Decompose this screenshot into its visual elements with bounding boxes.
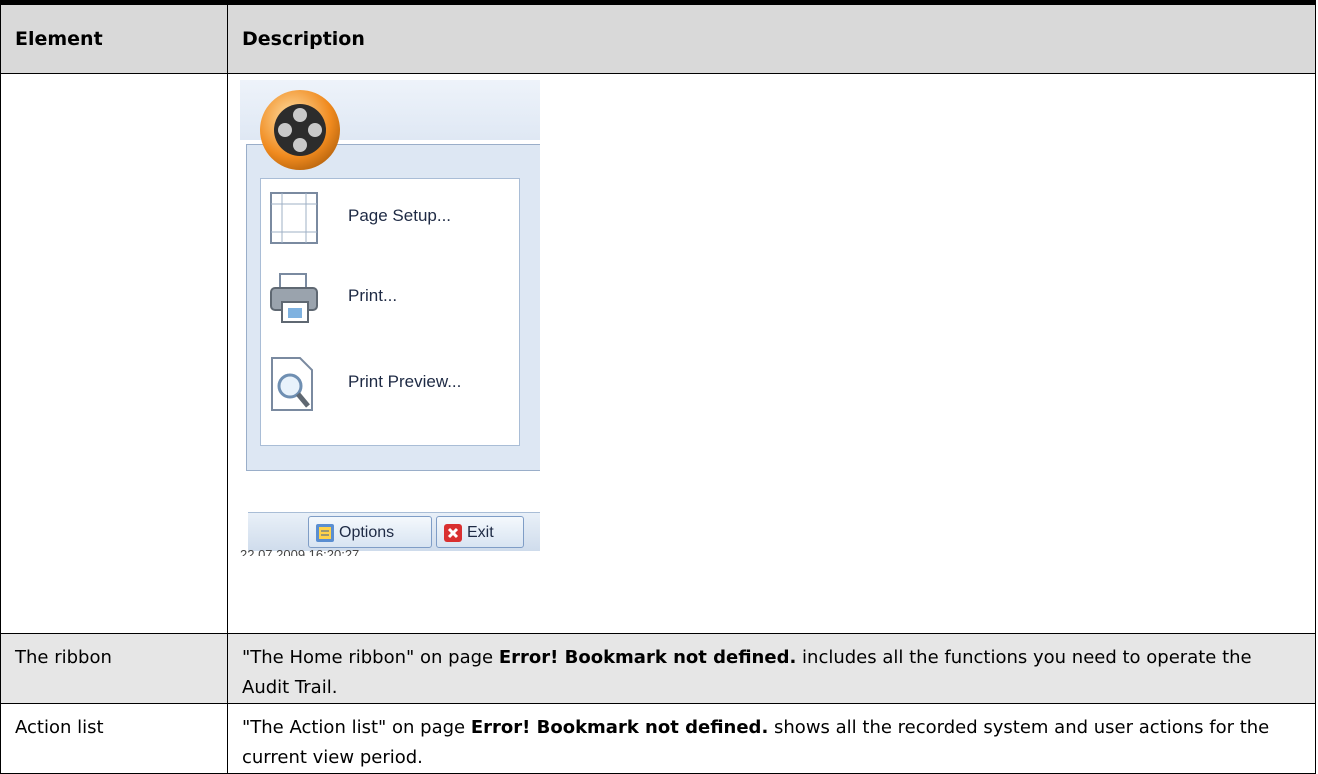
element-table: Element Description The ribbon "The Home… [0,0,1316,774]
reel-hole [293,108,307,122]
header-description: Description [227,2,1316,74]
row-element-cell [0,73,228,634]
print-preview-icon [271,357,313,411]
menu-item-label: Page Setup... [348,206,452,225]
close-icon [444,524,462,542]
row-description-cell: "The Home ribbon" on page Error! Bookmar… [227,633,1316,704]
bookmark-error: Error! Bookmark not defined. [470,717,769,738]
table-row [0,73,1316,634]
exit-button[interactable]: Exit [436,516,524,548]
description-text: "The Home ribbon" on page [242,647,499,668]
reel-hole [278,123,292,137]
row-element-cell: Action list [0,703,228,774]
film-reel-icon[interactable] [260,90,340,170]
options-icon [316,524,334,542]
table-row: Action list "The Action list" on page Er… [0,703,1316,774]
application-menu: Page Setup... Print... Print Preview... … [240,80,540,556]
options-label: Options [339,524,395,541]
status-timestamp: 22.07.2009 16:20:27 [240,550,540,556]
reel-icon [274,104,326,156]
menu-item-label: Print Preview... [348,372,462,391]
exit-label: Exit [467,524,494,541]
table-header-row: Element Description [0,2,1316,74]
menu-item-print[interactable]: Print... [268,270,518,326]
printer-icon [270,273,318,323]
reel-hole [308,123,322,137]
menu-item-page-setup[interactable]: Page Setup... [268,190,518,246]
row-element-cell: The ribbon [0,633,228,704]
menu-item-print-preview[interactable]: Print Preview... [268,356,518,412]
table-row: The ribbon "The Home ribbon" on page Err… [0,633,1316,704]
page-setup-icon [270,192,318,244]
options-button[interactable]: Options [308,516,432,548]
reel-hole [293,138,307,152]
header-element: Element [0,2,228,74]
description-text: "The Action list" on page [242,717,471,738]
bookmark-error: Error! Bookmark not defined. [498,647,797,668]
menu-item-label: Print... [348,286,398,305]
row-description-cell: "The Action list" on page Error! Bookmar… [227,703,1316,774]
